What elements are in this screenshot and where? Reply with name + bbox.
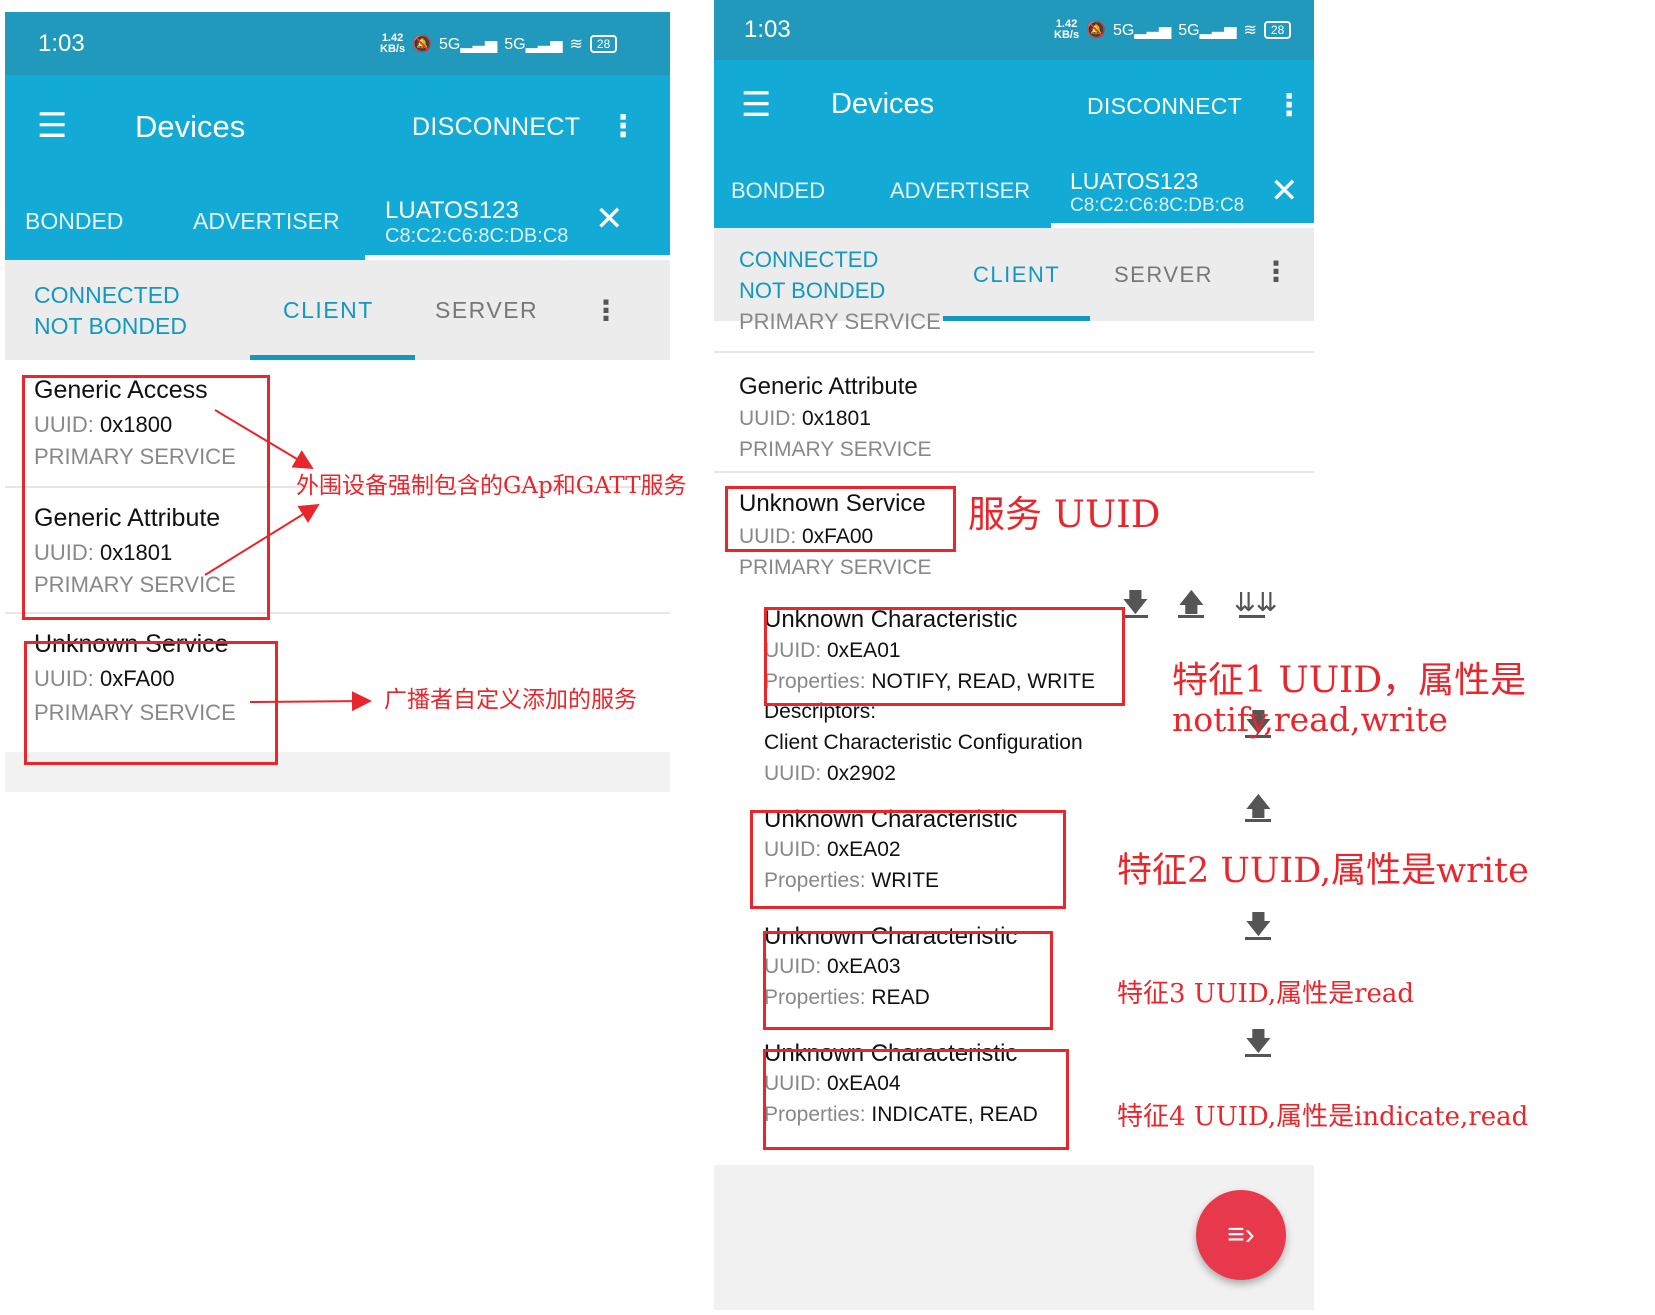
page-title: Devices — [135, 109, 246, 144]
service-generic-attribute[interactable]: Generic Attribute UUID: 0x1801 PRIMARY S… — [714, 353, 1314, 471]
signal-5g-icon: 5G▂▃▅ — [1112, 22, 1172, 39]
device-tab-bar: BONDED ADVERTISER LUATOS123 C8:C2:C6:8C:… — [5, 187, 670, 260]
signal-5g-icon-2: 5G▂▃▅ — [1178, 22, 1237, 39]
disconnect-button[interactable]: DISCONNECT — [1087, 93, 1242, 120]
status-time: 1:03 — [38, 29, 85, 57]
annotation-gap-gatt: 外围设备强制包含的GAp和GATT服务 — [296, 473, 687, 499]
wifi-icon: ≋ — [569, 35, 583, 53]
tab-server[interactable]: SERVER — [1114, 262, 1213, 288]
device-name: LUATOS123 — [385, 197, 519, 224]
annotation-char1-line2: notify,read,write — [1172, 700, 1448, 739]
annotation-custom-service: 广播者自定义添加的服务 — [384, 687, 637, 713]
descriptor-name: Client Characteristic Configuration — [764, 731, 1083, 754]
read-download-icon[interactable]: 🡇 — [1122, 589, 1149, 618]
status-time: 1:03 — [744, 16, 791, 43]
client-tab-bar: CONNECTED NOT BONDED CLIENT SERVER ⋮ — [5, 260, 670, 360]
read-download-icon[interactable]: 🡇 — [1245, 911, 1272, 940]
tab-bonded[interactable]: BONDED — [25, 208, 123, 235]
connection-status: CONNECTED NOT BONDED — [34, 282, 187, 339]
device-tab-bar: BONDED ADVERTISER LUATOS123 C8:C2:C6:8C:… — [714, 156, 1314, 228]
device-mac: C8:C2:C6:8C:DB:C8 — [385, 225, 569, 247]
partial-primary-service: PRIMARY SERVICE — [739, 309, 941, 334]
notify-multi-download-icon[interactable]: ⇊⇊ — [1234, 589, 1278, 618]
status-bar: 1:03 1.42 KB/s 🔕 5G▂▃▅ 5G▂▃▅ ≋ 28 — [5, 12, 670, 75]
more-vert-icon-client[interactable]: ⋮ — [1262, 258, 1290, 286]
network-speed: 1.42 KB/s — [1054, 18, 1080, 41]
annotation-char2: 特征2 UUID,属性是write — [1117, 851, 1529, 891]
mute-icon: 🔕 — [412, 35, 432, 53]
status-icons: 1.42 KB/s 🔕 5G▂▃▅ 5G▂▃▅ ≋ 28 — [1054, 18, 1292, 41]
wifi-icon: ≋ — [1243, 22, 1257, 39]
network-speed: 1.42 KB/s — [380, 31, 406, 55]
tab-device[interactable]: LUATOS123 C8:C2:C6:8C:DB:C8 — [1070, 167, 1244, 217]
highlight-char3 — [763, 931, 1053, 1030]
highlight-gap-gatt — [22, 375, 270, 620]
status-icons: 1.42 KB/s 🔕 5G▂▃▅ 5G▂▃▅ ≋ 28 — [380, 31, 618, 55]
more-vert-icon-client[interactable]: ⋮ — [592, 297, 620, 325]
annotation-char3: 特征3 UUID,属性是read — [1117, 979, 1415, 1009]
hamburger-menu-icon[interactable]: ☰ — [741, 88, 771, 122]
tab-device[interactable]: LUATOS123 C8:C2:C6:8C:DB:C8 — [385, 197, 568, 247]
app-bar: ☰ Devices DISCONNECT ⋮ — [5, 75, 670, 187]
descriptor-uuid: UUID: 0x2902 — [764, 762, 896, 785]
tab-advertiser[interactable]: ADVERTISER — [890, 178, 1030, 204]
signal-5g-icon-2: 5G▂▃▅ — [504, 35, 563, 53]
connection-status: CONNECTED NOT BONDED — [739, 247, 886, 303]
mute-icon: 🔕 — [1086, 22, 1106, 39]
annotation-char1-line1: 特征1 UUID，属性是 — [1172, 660, 1527, 701]
highlight-service-uuid — [725, 486, 956, 552]
highlight-char1 — [764, 607, 1125, 706]
highlight-char2 — [750, 810, 1066, 909]
more-vert-icon[interactable]: ⋮ — [1274, 91, 1304, 121]
page-title: Devices — [831, 88, 935, 120]
more-vert-icon[interactable]: ⋮ — [608, 112, 638, 142]
tab-client[interactable]: CLIENT — [283, 297, 374, 324]
tab-advertiser[interactable]: ADVERTISER — [193, 208, 340, 235]
close-icon[interactable]: ✕ — [595, 202, 624, 236]
service-list: PRIMARY SERVICE Generic Attribute UUID: … — [714, 309, 1314, 1165]
device-mac: C8:C2:C6:8C:DB:C8 — [1070, 195, 1245, 216]
disconnect-button[interactable]: DISCONNECT — [412, 113, 580, 142]
tab-server[interactable]: SERVER — [435, 297, 538, 324]
tab-client[interactable]: CLIENT — [973, 262, 1060, 288]
battery-icon: 28 — [589, 34, 618, 53]
write-upload-icon[interactable]: 🡅 — [1178, 589, 1205, 618]
signal-5g-icon: 5G▂▃▅ — [438, 35, 498, 53]
highlight-custom-service — [24, 641, 278, 765]
highlight-char4 — [763, 1049, 1069, 1150]
annotation-char4: 特征4 UUID,属性是indicate,read — [1117, 1102, 1529, 1132]
hamburger-menu-icon[interactable]: ☰ — [37, 109, 67, 143]
close-icon[interactable]: ✕ — [1270, 174, 1299, 208]
queue-list-icon[interactable]: ≡› — [1196, 1190, 1286, 1280]
tab-bonded[interactable]: BONDED — [731, 178, 825, 204]
status-bar: 1:03 1.42 KB/s 🔕 5G▂▃▅ 5G▂▃▅ ≋ 28 — [714, 0, 1314, 60]
annotation-service-uuid: 服务 UUID — [968, 493, 1161, 536]
read-download-icon[interactable]: 🡇 — [1245, 1028, 1272, 1057]
battery-icon: 28 — [1263, 21, 1292, 39]
device-name: LUATOS123 — [1070, 168, 1199, 194]
app-bar: ☰ Devices DISCONNECT ⋮ — [714, 60, 1314, 156]
client-tab-bar: CONNECTED NOT BONDED CLIENT SERVER ⋮ — [714, 228, 1314, 321]
write-upload-icon[interactable]: 🡅 — [1245, 793, 1272, 822]
